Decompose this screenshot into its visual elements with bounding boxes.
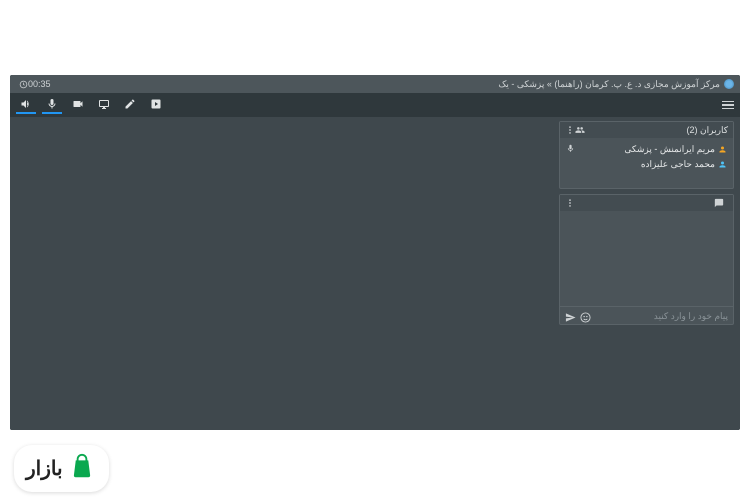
- chat-icon: [714, 198, 724, 208]
- main-stage: کاربران (2) مر: [10, 117, 740, 430]
- person-icon: [718, 145, 727, 154]
- camera-button[interactable]: [68, 96, 88, 114]
- screen-share-button[interactable]: [94, 96, 114, 114]
- person-icon: [718, 160, 727, 169]
- user-name: مریم ایرانمنش - پزشکی: [624, 144, 715, 155]
- title-bar: مرکز آموزش مجازی د. ع. پ. کرمان (راهنما)…: [10, 75, 740, 93]
- users-panel-title: کاربران (2): [687, 125, 728, 136]
- chat-messages: [560, 211, 733, 306]
- chat-panel: [559, 194, 734, 325]
- microphone-button[interactable]: [42, 96, 62, 114]
- present-button[interactable]: [146, 96, 166, 114]
- user-row[interactable]: مریم ایرانمنش - پزشکی: [566, 142, 727, 157]
- users-panel-header: کاربران (2): [560, 122, 733, 138]
- menu-button[interactable]: [722, 101, 734, 110]
- users-panel: کاربران (2) مر: [559, 121, 734, 189]
- chat-panel-header: [560, 195, 733, 211]
- store-badge[interactable]: بازار: [14, 445, 109, 492]
- speaker-button[interactable]: [16, 96, 36, 114]
- users-panel-menu[interactable]: [565, 125, 575, 135]
- chat-input[interactable]: [595, 311, 728, 321]
- users-icon: [575, 125, 585, 135]
- breadcrumb: مرکز آموزش مجازی د. ع. پ. کرمان (راهنما)…: [498, 79, 720, 90]
- session-timer: 00:35: [28, 79, 51, 89]
- user-name: محمد حاجی علیزاده: [641, 159, 715, 170]
- toolbar: [10, 93, 740, 117]
- chat-panel-menu[interactable]: [565, 198, 575, 208]
- emoji-button[interactable]: [580, 310, 591, 321]
- users-list: مریم ایرانمنش - پزشکی محمد حاجی علیزاده: [560, 138, 733, 188]
- draw-button[interactable]: [120, 96, 140, 114]
- app-logo-dot: [724, 79, 734, 89]
- user-row[interactable]: محمد حاجی علیزاده: [566, 157, 727, 172]
- bazaar-text: بازار: [26, 456, 63, 481]
- clock-icon: [19, 80, 28, 89]
- chat-input-bar: [560, 306, 733, 324]
- mic-icon: [566, 144, 575, 155]
- bazaar-bag-icon: [67, 451, 97, 486]
- send-button[interactable]: [565, 310, 576, 321]
